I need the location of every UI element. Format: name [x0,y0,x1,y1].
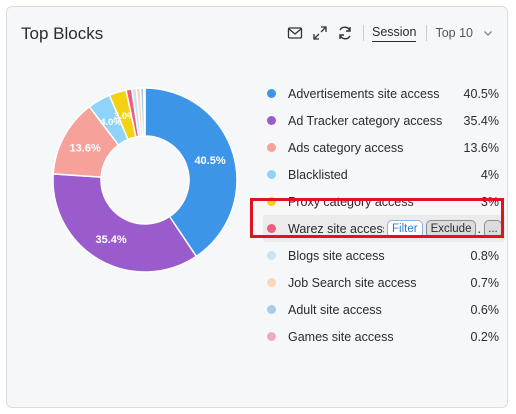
legend-item[interactable]: Job Search site access 0.7% [263,269,505,296]
legend-color-dot [267,332,276,341]
toolbar-divider [362,25,364,41]
legend-item[interactable]: Ads category access 13.6% [263,134,505,161]
legend-item[interactable]: Blacklisted 4% [263,161,505,188]
donut-chart[interactable]: 40.5%35.4%13.6%4.0%3.0% [47,82,243,278]
legend-percent: 40.5% [463,86,499,101]
legend-label: Adult site access [288,302,382,317]
legend-item[interactable]: Blogs site access 0.8% [263,242,505,269]
legend-percent: 0.8% [470,248,500,263]
mail-icon[interactable] [287,25,303,41]
legend-color-dot [267,170,276,179]
legend-item[interactable]: Adult site access 0.6% [263,296,505,323]
legend-color-dot [267,89,276,98]
legend-color-dot [267,251,276,260]
top-n-selector[interactable]: Top 10 [435,26,473,40]
slice-label: 13.6% [70,143,101,155]
refresh-icon[interactable] [337,25,353,41]
legend-item[interactable]: Games site access 0.2% [263,323,505,350]
legend-percent: 4% [480,167,499,182]
expand-icon[interactable] [312,25,328,41]
toolbar-divider [426,25,428,41]
chevron-down-icon[interactable] [483,28,493,38]
legend-color-dot [267,143,276,152]
legend-label: Ad Tracker category access [288,113,443,128]
session-tab[interactable]: Session [371,25,417,42]
legend-percent: 0.6% [470,302,500,317]
legend-item[interactable]: Advertisements site access 40.5% [263,80,505,107]
legend-percent: 0.2% [470,329,500,344]
legend-label: Advertisements site access [288,86,440,101]
legend-label: Job Search site access [288,275,417,290]
legend-percent: 13.6% [463,140,499,155]
legend-item[interactable]: Ad Tracker category access 35.4% [263,107,505,134]
legend-label: Games site access [288,329,394,344]
legend-label: Blogs site access [288,248,385,263]
legend-color-dot [267,278,276,287]
slice-label: 40.5% [194,155,225,167]
highlight-box [250,198,504,238]
legend-percent: 0.7% [470,275,500,290]
legend-label: Blacklisted [288,167,348,182]
legend-percent: 35.4% [463,113,499,128]
widget-title: Top Blocks [21,24,104,43]
legend-color-dot [267,116,276,125]
slice-label: 35.4% [95,234,126,246]
legend-label: Ads category access [288,140,404,155]
legend-color-dot [267,305,276,314]
donut-slice[interactable] [143,87,146,137]
widget-toolbar: Session Top 10 [278,22,493,44]
